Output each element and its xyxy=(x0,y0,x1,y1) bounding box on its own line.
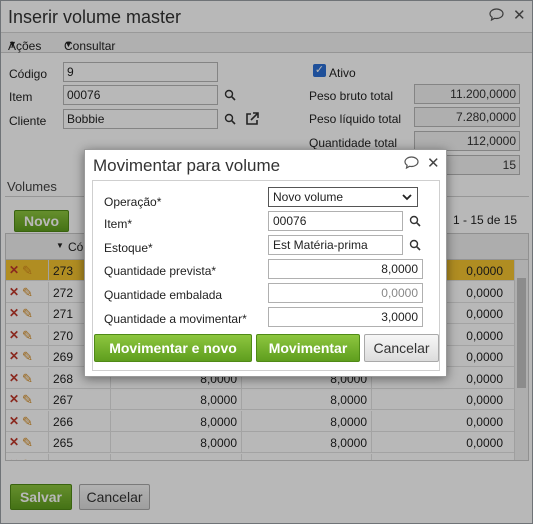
item-label: Item* xyxy=(104,217,133,231)
modal-cancel-button[interactable]: Cancelar xyxy=(364,334,439,362)
qtd-movimentar-field[interactable]: 3,0000 xyxy=(268,307,423,327)
qtd-embalada-field: 0,0000 xyxy=(268,283,423,303)
close-icon[interactable]: ✕ xyxy=(427,154,440,172)
operacao-label: Operação* xyxy=(104,195,162,209)
modal-title: Movimentar para volume xyxy=(93,156,281,175)
operacao-value: Novo volume xyxy=(273,190,344,204)
chat-icon[interactable] xyxy=(404,156,419,172)
estoque-label: Estoque* xyxy=(104,241,153,255)
qtd-embalada-label: Quantidade embalada xyxy=(104,288,223,302)
search-icon[interactable] xyxy=(409,239,421,251)
movimentar-e-novo-button[interactable]: Movimentar e novo xyxy=(94,334,252,362)
operacao-select[interactable]: Novo volume xyxy=(268,187,418,207)
estoque-field[interactable]: Est Matéria-prima xyxy=(268,235,403,255)
qtd-prevista-field[interactable]: 8,0000 xyxy=(268,259,423,279)
search-icon[interactable] xyxy=(409,215,421,227)
movimentar-modal: Movimentar para volume ✕ Operação* Novo … xyxy=(84,149,447,377)
qtd-movimentar-label: Quantidade a movimentar* xyxy=(104,312,247,326)
movimentar-button[interactable]: Movimentar xyxy=(256,334,360,362)
chevron-down-icon xyxy=(402,194,412,201)
item-field[interactable]: 00076 xyxy=(268,211,403,231)
qtd-prevista-label: Quantidade prevista* xyxy=(104,264,217,278)
modal-body: Operação* Novo volume Item* 00076 Estoqu… xyxy=(92,180,440,371)
